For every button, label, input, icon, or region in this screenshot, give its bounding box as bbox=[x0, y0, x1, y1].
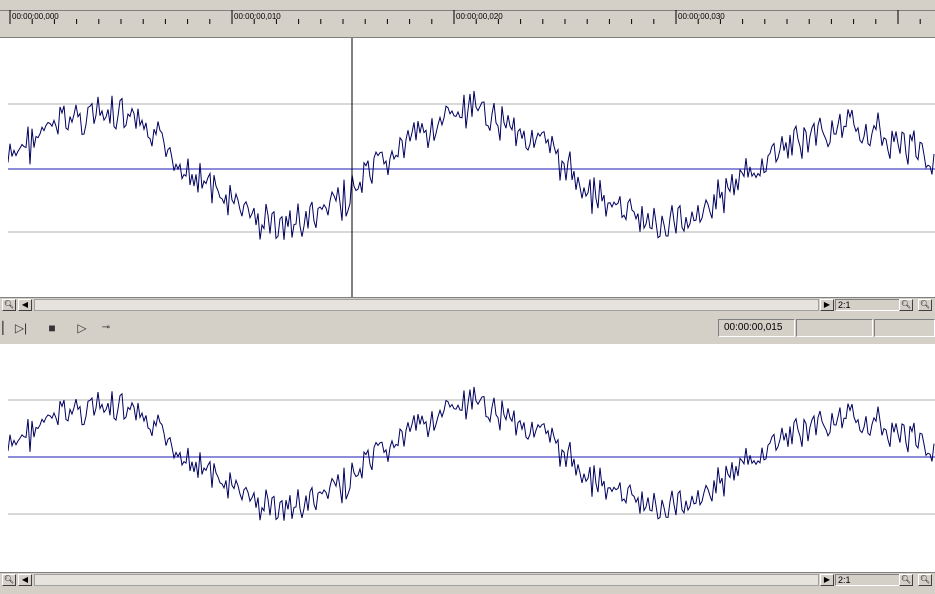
waveform-pane-bottom[interactable] bbox=[8, 344, 935, 572]
scroll-track[interactable] bbox=[34, 299, 819, 311]
play-icon[interactable]: ▷ bbox=[73, 320, 91, 336]
current-time-field[interactable]: 00:00:00,015 bbox=[718, 319, 795, 337]
loop-icon[interactable]: ⊸ bbox=[97, 320, 115, 336]
magnifier-icon[interactable]: 🔍︎ bbox=[2, 299, 16, 311]
zoom-in-icon[interactable]: 🔍︎ bbox=[899, 299, 913, 311]
time-field-2[interactable] bbox=[796, 319, 873, 337]
scroll-track[interactable] bbox=[34, 574, 819, 586]
arrow-left-icon[interactable]: ◀ bbox=[18, 299, 32, 311]
time-field-3[interactable] bbox=[874, 319, 935, 337]
arrow-right-icon[interactable]: ▶ bbox=[820, 574, 834, 586]
zoom-level[interactable]: 2:1 bbox=[835, 574, 901, 586]
waveform-bottom[interactable] bbox=[8, 344, 935, 572]
zoom-level[interactable]: 2:1 bbox=[835, 299, 901, 311]
scrollbar-bottom[interactable]: 🔍︎ ◀ ▶ 2:1 🔍︎ 🔍︎ bbox=[0, 572, 935, 594]
waveform-trace bbox=[8, 386, 935, 521]
arrow-left-icon[interactable]: ◀ bbox=[18, 574, 32, 586]
zoom-out-icon[interactable]: 🔍︎ bbox=[918, 299, 932, 311]
zoom-in-icon[interactable]: 🔍︎ bbox=[899, 574, 913, 586]
zoom-out-icon[interactable]: 🔍︎ bbox=[918, 574, 932, 586]
scrollbar-top[interactable]: 🔍︎ ◀ ▶ 2:1 🔍︎ 🔍︎ bbox=[0, 297, 935, 313]
magnifier-icon[interactable]: 🔍︎ bbox=[2, 574, 16, 586]
waveform-top[interactable] bbox=[8, 38, 935, 297]
transport-bar: ▏ ▷| ■ ▷ ⊸ 00:00:00,015 bbox=[0, 314, 935, 344]
arrow-right-icon[interactable]: ▶ bbox=[820, 299, 834, 311]
go-to-end-icon[interactable]: ▷| bbox=[12, 320, 30, 336]
stop-icon[interactable]: ■ bbox=[43, 320, 61, 336]
time-ruler[interactable]: 00:00:00,000 00:00:00,010 00:00:00,020 0… bbox=[0, 0, 935, 38]
waveform-pane-top[interactable] bbox=[8, 38, 935, 297]
waveform-trace bbox=[8, 90, 935, 240]
ruler-ticks bbox=[9, 10, 921, 24]
